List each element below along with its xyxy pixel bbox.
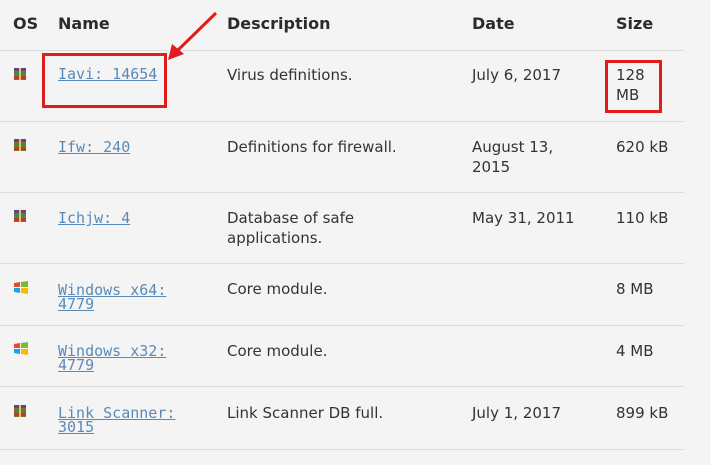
row-description: Core module. xyxy=(227,280,328,298)
row-divider xyxy=(0,121,684,122)
highlight-box-name xyxy=(42,53,167,108)
row-divider xyxy=(0,449,684,450)
row-description: Virus definitions. xyxy=(227,66,353,84)
archive-icon xyxy=(14,68,26,80)
header-os: OS xyxy=(13,14,39,33)
row-divider xyxy=(0,50,684,51)
archive-icon xyxy=(14,139,26,151)
row-size: 8 MB xyxy=(616,280,654,298)
windows-logo-icon xyxy=(14,281,28,294)
row-date: August 13, 2015 xyxy=(472,138,554,176)
header-description: Description xyxy=(227,14,331,33)
windows-logo-icon xyxy=(14,342,28,355)
row-description: Link Scanner DB full. xyxy=(227,404,384,422)
row-size: 110 kB xyxy=(616,209,669,227)
row-divider xyxy=(0,386,684,387)
row-date: July 1, 2017 xyxy=(472,404,561,422)
annotation-arrow xyxy=(168,11,218,60)
row-date: July 6, 2017 xyxy=(472,66,561,84)
row-size: 620 kB xyxy=(616,138,669,156)
row-name-link[interactable]: Windows x32: 4779 xyxy=(58,344,198,373)
row-size: 4 MB xyxy=(616,342,654,360)
header-name: Name xyxy=(58,14,110,33)
row-divider xyxy=(0,263,684,264)
row-name-link[interactable]: Windows x64: 4779 xyxy=(58,283,198,312)
header-date: Date xyxy=(472,14,515,33)
row-size: 899 kB xyxy=(616,404,669,422)
highlight-box-size xyxy=(605,60,662,113)
row-name-link[interactable]: Ifw: 240 xyxy=(58,140,130,155)
row-divider xyxy=(0,192,684,193)
row-divider xyxy=(0,325,684,326)
row-description: Definitions for firewall. xyxy=(227,138,397,156)
row-description: Core module. xyxy=(227,342,328,360)
header-size: Size xyxy=(616,14,654,33)
row-description: Database of safe applications. xyxy=(227,209,355,247)
row-name-link[interactable]: Ichjw: 4 xyxy=(58,211,130,226)
archive-icon xyxy=(14,210,26,222)
row-name-link[interactable]: Link Scanner: 3015 xyxy=(58,406,198,435)
row-date: May 31, 2011 xyxy=(472,209,575,227)
archive-icon xyxy=(14,405,26,417)
